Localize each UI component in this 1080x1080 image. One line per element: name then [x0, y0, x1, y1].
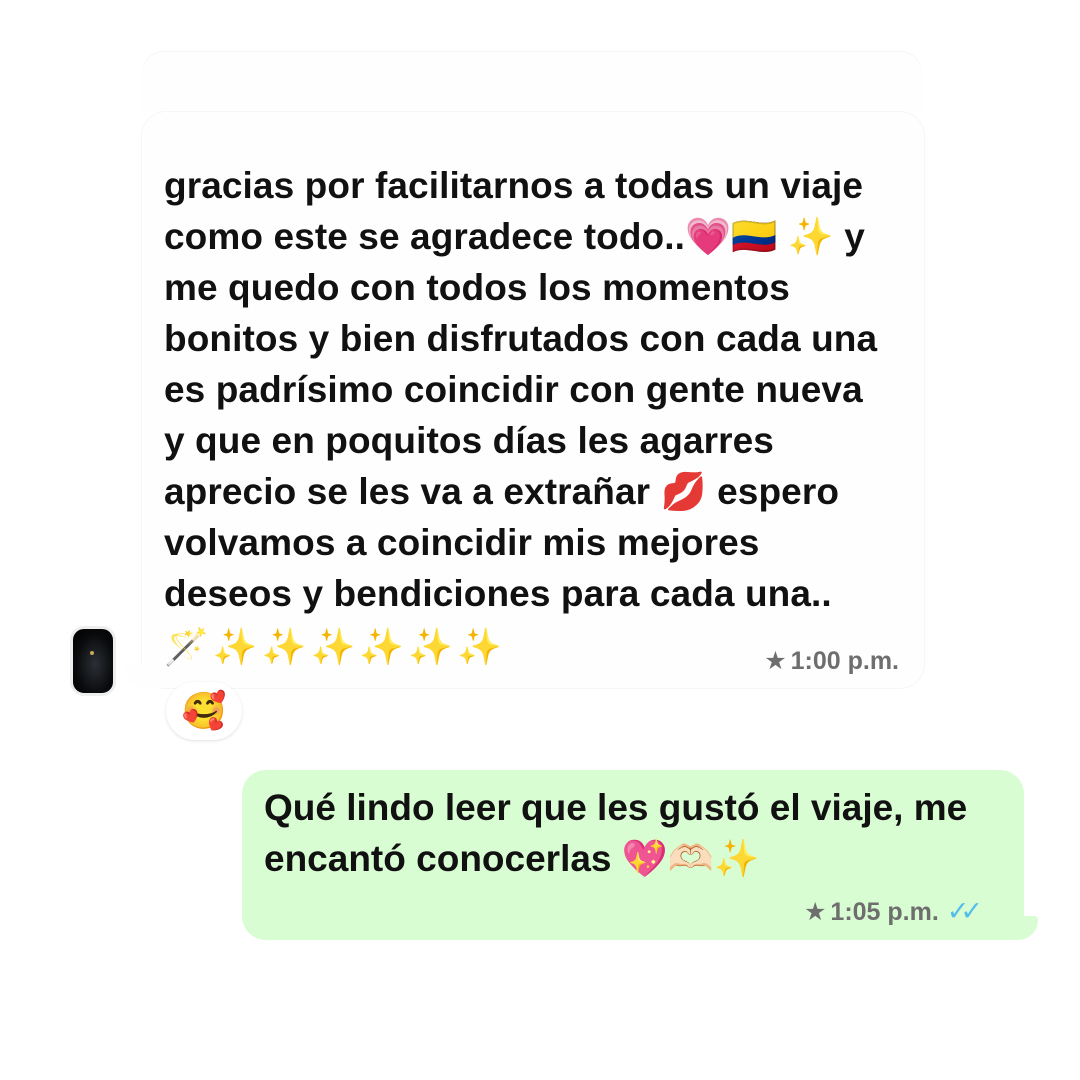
incoming-line-7: aprecio se les va a extrañar [164, 471, 661, 512]
outgoing-line-2-emojis: 💖🫶🏻✨ [621, 838, 761, 879]
incoming-line-3: me quedo con todos los momentos [164, 267, 790, 308]
incoming-line-2: como este se agradece todo.. [164, 216, 685, 257]
incoming-message-text: gracias por facilitarnos a todas un viaj… [164, 160, 914, 619]
outgoing-line-2: encantó conocerlas [264, 838, 622, 879]
incoming-line-5: es padrísimo coincidir con gente nueva [164, 369, 863, 410]
outgoing-bubble-tail [1000, 916, 1038, 940]
outgoing-message-time: 1:05 p.m. [830, 898, 939, 926]
incoming-line-7-tail: espero [706, 471, 840, 512]
incoming-line-4: bonitos y bien disfrutados con cada una [164, 318, 878, 359]
incoming-line-2-tail: y [833, 216, 865, 257]
sender-avatar[interactable] [70, 626, 116, 696]
incoming-sparkle-emojis: 🪄✨✨✨✨✨✨ [164, 626, 506, 667]
double-check-icon: ✓✓ [946, 896, 983, 926]
chat-canvas: gracias por facilitarnos a todas un viaj… [0, 0, 1080, 1080]
star-icon: ★ [804, 898, 827, 926]
incoming-message-time: 1:00 p.m. [790, 647, 899, 675]
incoming-line-6: y que en poquitos días les agarres [164, 420, 774, 461]
incoming-line-2-emojis: 💗🇨🇴 ✨ [684, 216, 834, 257]
outgoing-message-meta: ★ 1:05 p.m. ✓✓ [804, 896, 983, 927]
incoming-line-1: gracias por facilitarnos a todas un viaj… [164, 165, 864, 206]
avatar-light-detail [90, 651, 94, 655]
incoming-line-8: volvamos a coincidir mis mejores [164, 522, 760, 563]
previous-bubble-edge [142, 52, 922, 112]
incoming-line-7-emoji: 💋 [660, 471, 707, 512]
reaction-badge[interactable]: 🥰 [166, 682, 242, 740]
incoming-line-9: deseos y bendiciones para cada una.. [164, 573, 832, 614]
star-icon: ★ [764, 647, 787, 675]
incoming-message-meta: ★ 1:00 p.m. [764, 646, 899, 676]
incoming-bubble-tail [126, 664, 166, 688]
outgoing-message-text: Qué lindo leer que les gustó el viaje, m… [264, 782, 1004, 884]
outgoing-line-1: Qué lindo leer que les gustó el viaje, m… [264, 787, 968, 828]
